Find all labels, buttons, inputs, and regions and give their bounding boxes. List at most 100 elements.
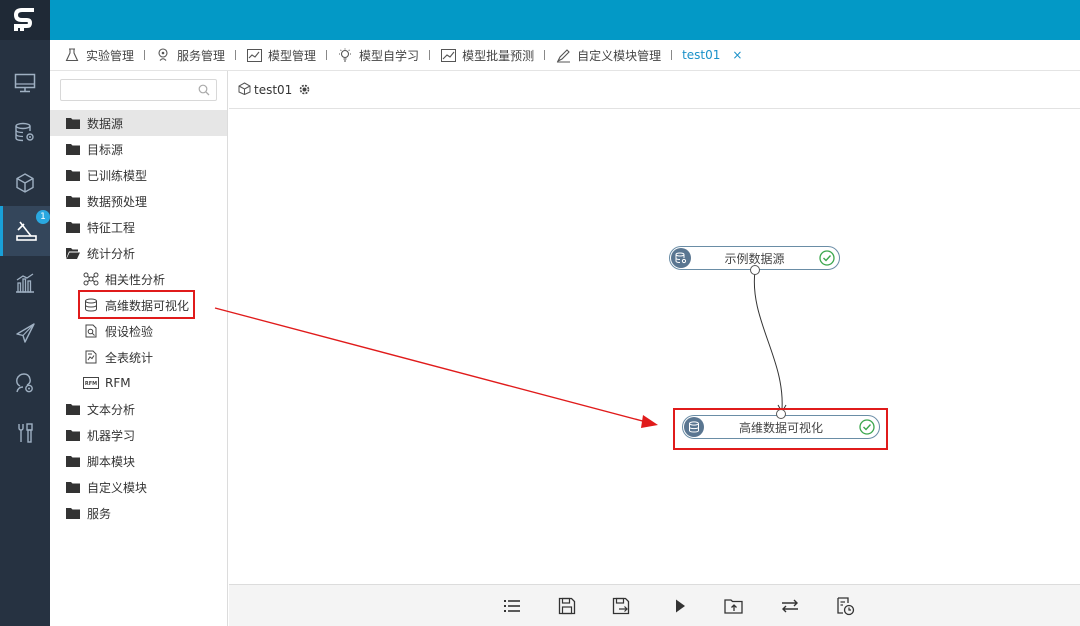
tab-label: 模型自学习 [359, 48, 420, 63]
tab-model-self-learning[interactable]: 模型自学习 [337, 40, 419, 71]
output-port[interactable] [750, 265, 760, 275]
export-icon [724, 599, 743, 614]
model-lab-icon [15, 221, 37, 241]
tree-item-rfm[interactable]: RFM RFM [50, 370, 227, 396]
folder-icon [66, 170, 80, 181]
rail-analytics[interactable] [0, 258, 50, 308]
rail-publish[interactable] [0, 308, 50, 358]
search-box [60, 79, 217, 101]
tab-label: 模型管理 [268, 48, 317, 63]
run-button[interactable] [669, 596, 691, 616]
save-icon [558, 597, 576, 615]
tree-folder-label: 数据源 [87, 116, 124, 131]
tree-item-table-stats[interactable]: 全表统计 [50, 344, 227, 370]
tab-separator [235, 50, 237, 60]
tree-item-correlation[interactable]: 相关性分析 [50, 266, 227, 292]
logo-icon [13, 8, 34, 31]
search-input[interactable] [61, 80, 191, 100]
table-stats-icon [83, 350, 99, 364]
rail-model-lab[interactable]: 1 [0, 206, 50, 256]
tree-folder-custom-module[interactable]: 自定义模块 [50, 474, 227, 500]
tree-folder-label: 特征工程 [87, 220, 136, 235]
search-icon[interactable] [198, 84, 210, 99]
paper-plane-icon [16, 323, 35, 343]
refresh-button[interactable] [779, 596, 801, 616]
settings-icon[interactable] [298, 83, 311, 96]
tree-folder-data-source[interactable]: 数据源 [50, 110, 227, 136]
save-as-button[interactable] [611, 596, 633, 616]
tab-model-management[interactable]: 模型管理 [246, 40, 316, 71]
left-nav-rail: 1 [0, 0, 50, 626]
hypothesis-icon [83, 324, 99, 338]
correlation-icon [83, 272, 99, 286]
folder-icon [66, 508, 80, 519]
tab-separator [326, 50, 328, 60]
cube-icon [16, 173, 34, 193]
service-icon [155, 47, 171, 63]
tree-folder-label: 统计分析 [87, 246, 136, 261]
tab-service-management[interactable]: 服务管理 [155, 40, 225, 71]
trend-chart-icon [440, 47, 456, 63]
save-as-icon [612, 597, 630, 615]
lightbulb-icon [337, 47, 353, 63]
model-chart-icon [246, 47, 262, 63]
datasource-node-icon [671, 248, 691, 268]
canvas-title: test01 [254, 82, 293, 97]
tree-item-label: 相关性分析 [105, 272, 166, 287]
rail-users[interactable] [0, 358, 50, 408]
tab-separator [144, 50, 146, 60]
tree-folder-service[interactable]: 服务 [50, 500, 227, 526]
tree-folder-machine-learning[interactable]: 机器学习 [50, 422, 227, 448]
export-button[interactable] [723, 596, 745, 616]
bottom-toolbar [229, 584, 1080, 626]
close-tab-button[interactable]: × [732, 48, 742, 62]
app-logo[interactable] [0, 0, 50, 40]
tree-folder-trained-models[interactable]: 已训练模型 [50, 162, 227, 188]
rail-database[interactable] [0, 108, 50, 158]
tree-folder-text-analysis[interactable]: 文本分析 [50, 396, 227, 422]
connection-line [753, 270, 783, 410]
top-header-bar [50, 0, 1080, 40]
notification-badge: 1 [36, 210, 50, 224]
tree-folder-label: 文本分析 [87, 402, 136, 417]
save-button[interactable] [556, 596, 578, 616]
tree-folder-statistics[interactable]: 统计分析 [50, 240, 227, 266]
edit-module-icon [555, 47, 571, 63]
folder-icon [66, 404, 80, 415]
tree-item-label: 全表统计 [105, 350, 154, 365]
rfm-icon-text: RFM [84, 380, 98, 387]
rfm-icon: RFM [83, 376, 99, 390]
refresh-icon [782, 599, 798, 613]
tree-folder-script-module[interactable]: 脚本模块 [50, 448, 227, 474]
tree-item-label: RFM [105, 376, 131, 390]
success-check-icon [819, 250, 835, 269]
list-button[interactable] [501, 596, 523, 616]
tab-test01[interactable]: test01 × [682, 40, 742, 71]
tree-folder-label: 目标源 [87, 142, 124, 157]
tree-folder-feature-engineering[interactable]: 特征工程 [50, 214, 227, 240]
tab-custom-module-management[interactable]: 自定义模块管理 [555, 40, 661, 71]
tab-experiment-management[interactable]: 实验管理 [64, 40, 134, 71]
rail-tools[interactable] [0, 408, 50, 458]
tab-batch-prediction[interactable]: 模型批量预测 [440, 40, 534, 71]
tab-label: 实验管理 [86, 48, 135, 63]
tree-folder-target-source[interactable]: 目标源 [50, 136, 227, 162]
tree-item-hypothesis-test[interactable]: 假设检验 [50, 318, 227, 344]
schedule-button[interactable] [834, 596, 856, 616]
rail-monitor[interactable] [0, 58, 50, 108]
user-settings-icon [16, 373, 33, 393]
node-label: 示例数据源 [724, 251, 785, 266]
tab-separator [671, 50, 673, 60]
schedule-icon [837, 597, 855, 616]
tab-bar: 实验管理 服务管理 模型管理 模型自学习 模型批量预测 自定义模块管理 test… [50, 40, 1080, 71]
rail-cube[interactable] [0, 158, 50, 208]
tree-folder-preprocessing[interactable]: 数据预处理 [50, 188, 227, 214]
folder-icon [66, 196, 80, 207]
experiment-canvas[interactable]: 示例数据源 高维数据可视化 [229, 109, 1080, 584]
experiment-file-icon [238, 81, 251, 98]
tools-icon [18, 423, 33, 443]
tree-folder-label: 机器学习 [87, 428, 136, 443]
tree-item-label: 假设检验 [105, 324, 154, 339]
folder-icon [66, 144, 80, 155]
folder-icon [66, 456, 80, 467]
